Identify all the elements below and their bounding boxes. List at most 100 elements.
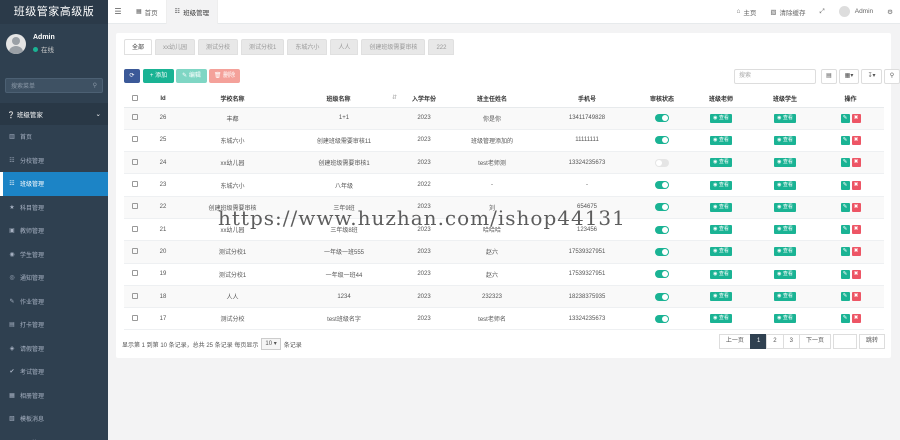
page-2-button[interactable]: 2 xyxy=(766,334,784,349)
col-teacher[interactable]: 班主任姓名 xyxy=(445,91,539,108)
sidebar-item[interactable]: ◎ 通知管理 xyxy=(0,266,108,290)
edit-row-icon[interactable]: ✎ xyxy=(840,314,850,324)
delete-row-icon[interactable]: ✖ xyxy=(851,269,861,279)
row-checkbox[interactable] xyxy=(124,107,146,130)
table-row[interactable]: 23 东城六小 八年级 2022- - ◉ 查看 ◉ 查看 ✎ ✖ xyxy=(124,173,884,197)
sidebar-item[interactable]: ▣ 教师管理 xyxy=(0,219,108,243)
sidebar-item[interactable]: ★ 科目管理 xyxy=(0,196,108,220)
sidebar-item[interactable]: ▭页面管理 xyxy=(0,431,108,440)
clear-cache-button[interactable]: ▧ 清除缓存 xyxy=(763,7,812,17)
status-toggle[interactable] xyxy=(655,203,669,212)
col-class[interactable]: 班级名称 ⇵ xyxy=(285,91,403,108)
sidebar-item[interactable]: ✔ 考试管理 xyxy=(0,360,108,384)
table-row[interactable]: 26 丰都 1+1 2023 你是你 13411749828 ◉ 查看 ◉ 查看 ✎ ✖ xyxy=(124,107,884,130)
view-teachers-button[interactable]: ◉ 查看 xyxy=(710,247,732,257)
delete-row-icon[interactable]: ✖ xyxy=(851,180,861,190)
col-year[interactable]: 入学年份 xyxy=(403,91,445,108)
sidebar-item[interactable]: ▦ 相册管理 xyxy=(0,384,108,408)
sidebar-item[interactable]: ☷ 班级管理 xyxy=(0,172,108,196)
export-dropdown-icon[interactable]: ↧▾ xyxy=(861,69,882,84)
menu-group-header[interactable]: ❔ 班级管家 ⌄ xyxy=(0,103,108,125)
edit-row-icon[interactable]: ✎ xyxy=(840,225,850,235)
toggle-view-icon[interactable]: ▤ xyxy=(821,69,837,84)
edit-row-icon[interactable]: ✎ xyxy=(840,202,850,212)
filter-tab[interactable]: 测试分校1 xyxy=(241,39,285,55)
prev-page-button[interactable]: 上一页 xyxy=(718,334,751,349)
status-toggle[interactable] xyxy=(655,158,669,167)
row-checkbox[interactable] xyxy=(124,307,146,331)
status-toggle[interactable] xyxy=(655,181,669,190)
jump-page-input[interactable] xyxy=(832,334,857,349)
status-toggle[interactable] xyxy=(655,270,669,279)
gear-icon[interactable]: ⚙ xyxy=(880,8,900,16)
filter-tab[interactable]: 222 xyxy=(428,39,455,55)
delete-button[interactable]: 🗑 删除 xyxy=(209,69,240,83)
col-school[interactable]: 学校名称 xyxy=(180,91,285,108)
delete-row-icon[interactable]: ✖ xyxy=(851,292,861,302)
menu-toggle-icon[interactable]: ☰ xyxy=(108,7,128,16)
col-class-students[interactable]: 班级学生 xyxy=(753,91,817,108)
sidebar-item[interactable]: ◉ 学生管理 xyxy=(0,243,108,267)
row-checkbox[interactable] xyxy=(124,196,146,219)
view-teachers-button[interactable]: ◉ 查看 xyxy=(710,269,732,279)
row-checkbox[interactable] xyxy=(124,240,146,264)
sidebar-item[interactable]: ☷ 分校管理 xyxy=(0,149,108,173)
view-teachers-button[interactable]: ◉ 查看 xyxy=(710,180,732,190)
status-toggle[interactable] xyxy=(655,314,669,323)
columns-dropdown-icon[interactable]: ▦▾ xyxy=(839,69,859,84)
col-status[interactable]: 审核状态 xyxy=(635,91,689,108)
view-students-button[interactable]: ◉ 查看 xyxy=(774,113,796,123)
view-teachers-button[interactable]: ◉ 查看 xyxy=(710,135,732,145)
row-checkbox[interactable] xyxy=(124,285,146,309)
search-icon[interactable]: ⚲ xyxy=(93,82,97,89)
view-students-button[interactable]: ◉ 查看 xyxy=(774,202,796,212)
tab-class-management[interactable]: ☷ 班级管理 xyxy=(166,0,219,24)
col-phone[interactable]: 手机号 xyxy=(539,91,635,108)
filter-tab[interactable]: xx幼儿园 xyxy=(155,39,196,55)
delete-row-icon[interactable]: ✖ xyxy=(851,113,861,123)
status-toggle[interactable] xyxy=(655,114,669,123)
view-students-button[interactable]: ◉ 查看 xyxy=(774,314,796,324)
sidebar-item[interactable]: ✎ 作业管理 xyxy=(0,290,108,314)
status-toggle[interactable] xyxy=(655,247,669,256)
search-toggle-icon[interactable]: ⚲ xyxy=(884,69,900,84)
view-teachers-button[interactable]: ◉ 查看 xyxy=(710,202,732,212)
page-3-button[interactable]: 3 xyxy=(782,334,800,349)
table-row[interactable]: 18 人人 1234 2023 232323 18238375935 ◉ 查看 ◉ 查看 ✎ ✖ xyxy=(124,285,884,309)
filter-tab[interactable]: 东城六小 xyxy=(287,39,328,55)
page-1-button[interactable]: 1 xyxy=(749,334,768,349)
edit-row-icon[interactable]: ✎ xyxy=(840,269,850,279)
view-students-button[interactable]: ◉ 查看 xyxy=(774,135,796,145)
filter-tab[interactable]: 测试分校 xyxy=(198,39,239,55)
filter-tab[interactable]: 人人 xyxy=(330,39,359,55)
edit-row-icon[interactable]: ✎ xyxy=(840,113,850,123)
next-page-button[interactable]: 下一页 xyxy=(798,334,831,349)
view-students-button[interactable]: ◉ 查看 xyxy=(774,269,796,279)
status-toggle[interactable] xyxy=(655,136,669,145)
delete-row-icon[interactable]: ✖ xyxy=(851,202,861,212)
delete-row-icon[interactable]: ✖ xyxy=(851,247,861,257)
edit-row-icon[interactable]: ✎ xyxy=(840,292,850,302)
view-students-button[interactable]: ◉ 查看 xyxy=(774,180,796,190)
sort-icon[interactable]: ⇵ xyxy=(392,94,397,101)
row-checkbox[interactable] xyxy=(124,151,146,175)
sidebar-item[interactable]: ▥ 首页 xyxy=(0,125,108,149)
col-id[interactable]: Id xyxy=(146,91,180,108)
jump-button[interactable]: 跳转 xyxy=(858,334,885,349)
edit-row-icon[interactable]: ✎ xyxy=(840,135,850,145)
view-students-button[interactable]: ◉ 查看 xyxy=(774,292,796,302)
table-row[interactable]: 24 xx幼儿园 创建班级需要审核1 2023 test老师测 13324235673 ◉ … xyxy=(124,151,884,175)
edit-row-icon[interactable]: ✎ xyxy=(840,180,850,190)
refresh-button[interactable]: ⟳ xyxy=(124,69,140,83)
view-teachers-button[interactable]: ◉ 查看 xyxy=(710,314,732,324)
edit-button[interactable]: ✎ 编辑 xyxy=(176,69,207,83)
view-students-button[interactable]: ◉ 查看 xyxy=(774,225,796,235)
view-teachers-button[interactable]: ◉ 查看 xyxy=(710,113,732,123)
edit-row-icon[interactable]: ✎ xyxy=(840,247,850,257)
table-row[interactable]: 25 东城六小 创建班级需要审核11 2023 班级管理添加的 11111111 ◉ 查看 ◉… xyxy=(124,129,884,153)
menu-search-input[interactable]: 搜索菜单 ⚲ xyxy=(5,78,103,93)
home-link[interactable]: ⌂ 主页 xyxy=(729,7,763,17)
row-checkbox[interactable] xyxy=(124,218,146,242)
sidebar-item[interactable]: ▧ 模板消息 xyxy=(0,407,108,431)
status-toggle[interactable] xyxy=(655,225,669,234)
